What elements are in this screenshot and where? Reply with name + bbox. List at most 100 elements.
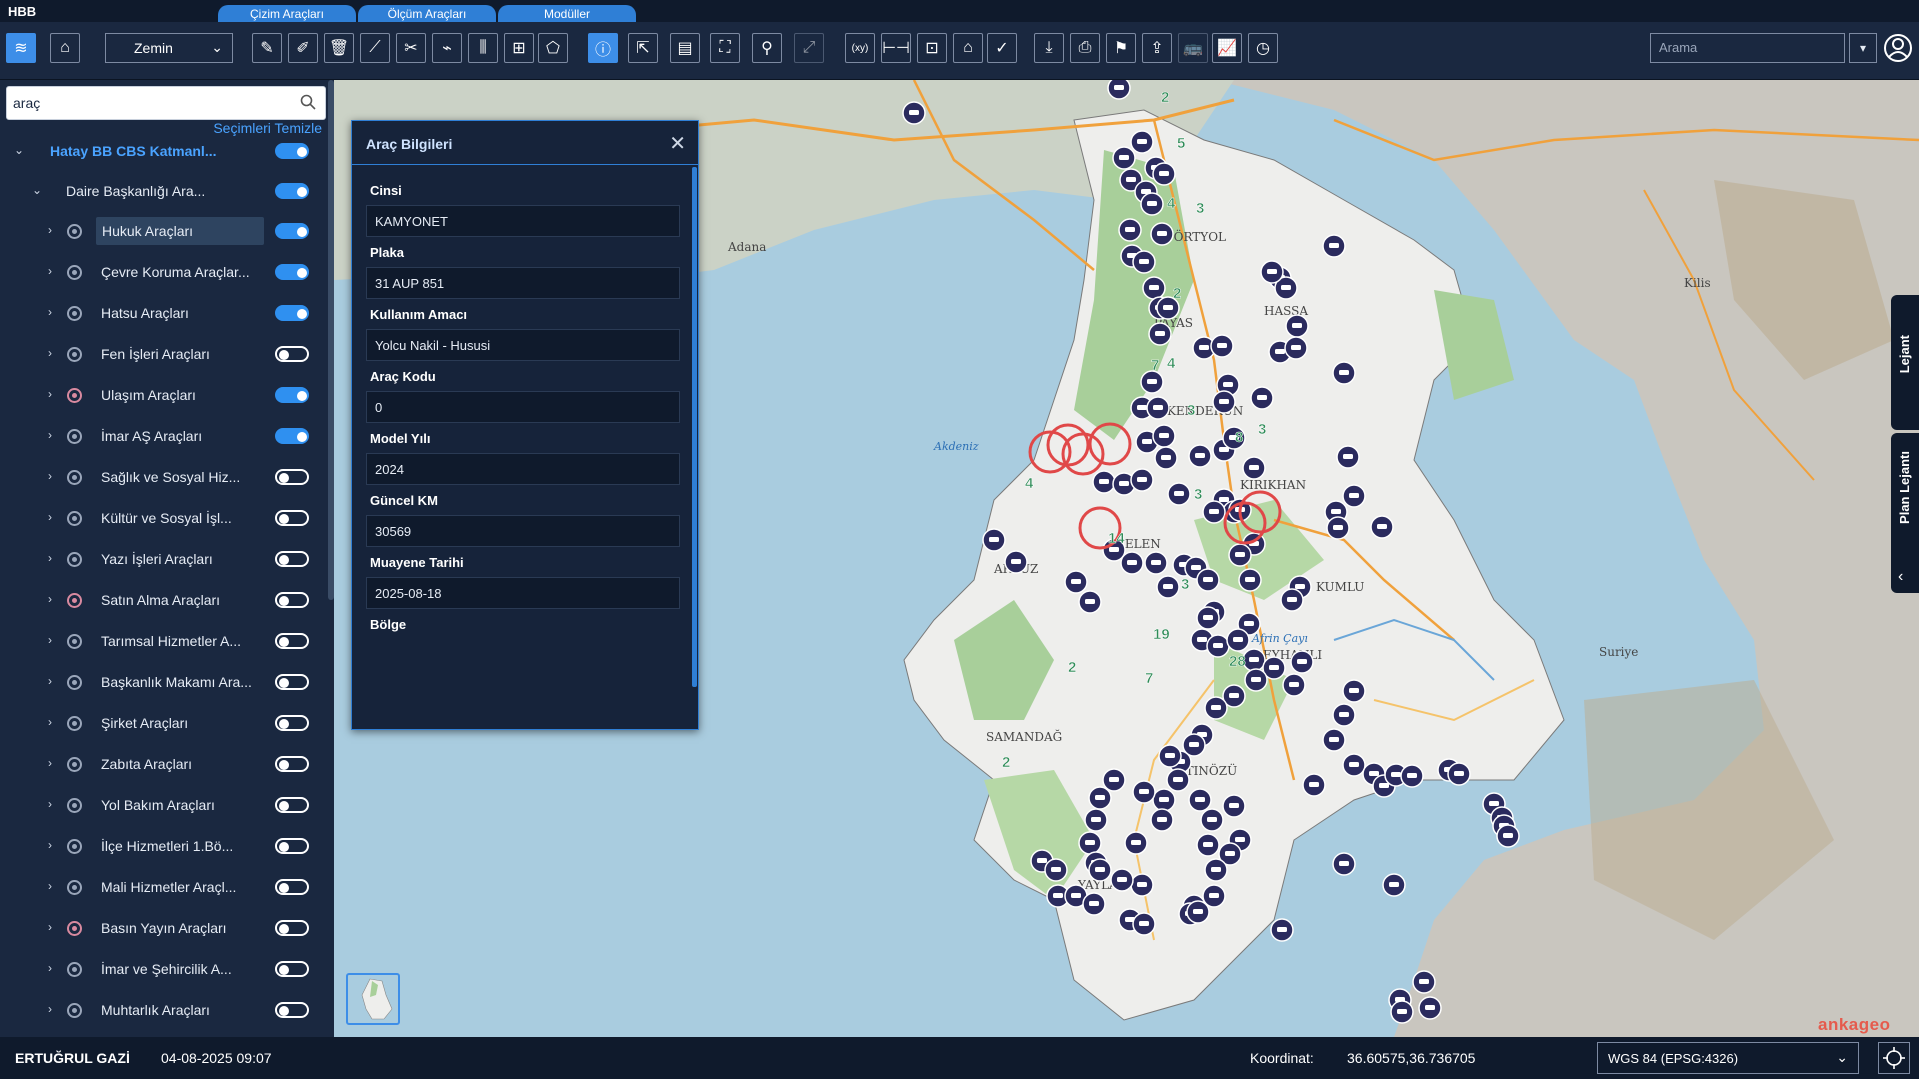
delete-button[interactable]: 🗑 (324, 33, 354, 63)
vehicle-marker[interactable] (1412, 970, 1436, 994)
chevron-down-icon[interactable]: ⌄ (32, 183, 42, 197)
vehicle-marker[interactable] (1447, 762, 1471, 786)
vehicle-marker[interactable] (1148, 322, 1172, 346)
cluster-count[interactable]: 4 (1167, 195, 1177, 213)
vehicle-marker[interactable] (1370, 515, 1394, 539)
tab-cizim-araclari[interactable]: Çizim Araçları (218, 5, 356, 23)
vehicle-marker[interactable] (1242, 456, 1266, 480)
vehicle-marker[interactable] (1250, 386, 1274, 410)
vehicle-marker[interactable] (1078, 831, 1102, 855)
vehicle-marker[interactable] (1152, 424, 1176, 448)
cluster-count[interactable]: 8 (1235, 429, 1244, 447)
chevron-right-icon[interactable]: › (48, 674, 52, 688)
search-input[interactable]: Arama (1650, 33, 1845, 63)
layer-item-toggle[interactable] (275, 920, 309, 936)
layer-root[interactable]: ⌄ Hatay BB CBS Katmanl... (0, 134, 334, 168)
chart-button[interactable]: 📈 (1212, 33, 1242, 63)
vehicle-marker[interactable] (1167, 482, 1191, 506)
layer-item[interactable]: › Ulaşım Araçları (0, 378, 334, 412)
layer-item[interactable]: › Yazı İşleri Araçları (0, 542, 334, 576)
home-button[interactable]: ⌂ (50, 33, 80, 63)
layer-item-toggle[interactable] (275, 1002, 309, 1018)
vehicle-marker[interactable] (1132, 250, 1156, 274)
parallel-button[interactable]: ⫼ (468, 33, 498, 63)
layer-search-input[interactable]: araç (6, 86, 326, 120)
vehicle-marker[interactable] (1285, 314, 1309, 338)
chevron-right-icon[interactable]: › (48, 1002, 52, 1016)
basemap-select[interactable]: Zemin ⌄ (105, 33, 233, 63)
chevron-down-icon[interactable]: ⌄ (14, 143, 24, 157)
vehicle-marker[interactable] (1238, 568, 1262, 592)
chevron-right-icon[interactable]: › (48, 838, 52, 852)
layer-item[interactable]: › Hatsu Araçları (0, 296, 334, 330)
layer-item[interactable]: › Sağlık ve Sosyal Hiz... (0, 460, 334, 494)
field-value[interactable]: Yolcu Nakil - Hususi (366, 329, 680, 361)
vehicle-marker[interactable] (1332, 852, 1356, 876)
field-value[interactable]: 0 (366, 391, 680, 423)
layer-item-toggle[interactable] (275, 592, 309, 608)
vehicle-marker[interactable] (1196, 833, 1220, 857)
modify-button[interactable]: ⟋ (360, 33, 390, 63)
vehicle-marker[interactable] (1154, 446, 1178, 470)
cluster-count[interactable]: 2 (1173, 285, 1182, 303)
select-button[interactable]: ⇱ (628, 33, 658, 63)
add-feature-button[interactable]: ⊞ (504, 33, 534, 63)
cluster-count[interactable]: 14 (1108, 530, 1126, 548)
print-button[interactable]: ⎙ (1070, 33, 1100, 63)
field-value[interactable]: 2024 (366, 453, 680, 485)
vehicle-marker[interactable] (1166, 768, 1190, 792)
vehicle-marker[interactable] (1130, 130, 1154, 154)
vehicle-marker[interactable] (1210, 334, 1234, 358)
vehicle-marker[interactable] (1284, 336, 1308, 360)
check-button[interactable]: ✓ (987, 33, 1017, 63)
locate-button[interactable] (1878, 1042, 1910, 1074)
vehicle-marker[interactable] (1107, 80, 1131, 100)
layer-item-toggle[interactable] (275, 305, 309, 321)
vehicle-marker[interactable] (1204, 858, 1228, 882)
chevron-right-icon[interactable]: › (48, 264, 52, 278)
vehicle-marker[interactable] (1226, 628, 1250, 652)
vehicle-marker[interactable] (1140, 192, 1164, 216)
chevron-right-icon[interactable]: › (48, 510, 52, 524)
vehicle-marker[interactable] (1336, 445, 1360, 469)
vehicle-marker[interactable] (1270, 918, 1294, 942)
layer-item-toggle[interactable] (275, 469, 309, 485)
chevron-right-icon[interactable]: › (48, 961, 52, 975)
info-button[interactable]: ⓘ (588, 33, 618, 63)
search-dropdown-button[interactable]: ▾ (1849, 33, 1877, 63)
user-button[interactable] (1882, 32, 1914, 64)
crs-select[interactable]: WGS 84 (EPSG:4326) ⌄ (1597, 1042, 1859, 1074)
extent-button[interactable]: ⤢ (794, 33, 824, 63)
vehicle-marker[interactable] (1124, 831, 1148, 855)
layer-item[interactable]: › Hukuk Araçları (0, 214, 334, 248)
vehicle-marker[interactable] (1092, 470, 1116, 494)
vehicle-marker[interactable] (1146, 396, 1170, 420)
layer-item-toggle[interactable] (275, 633, 309, 649)
vehicle-marker[interactable] (1200, 808, 1224, 832)
layer-item[interactable]: › Mali Hizmetler Araçl... (0, 870, 334, 904)
cluster-count[interactable]: 3 (1194, 486, 1203, 504)
vehicle-marker[interactable] (1332, 703, 1356, 727)
cluster-count[interactable]: 2 (1002, 754, 1011, 772)
vehicle-marker[interactable] (1290, 650, 1314, 674)
vehicle-marker[interactable] (1390, 1000, 1414, 1024)
vehicle-marker[interactable] (1204, 696, 1228, 720)
history-button[interactable]: ◷ (1248, 33, 1278, 63)
share-button[interactable]: ⇪ (1142, 33, 1172, 63)
vehicle-marker[interactable] (1088, 786, 1112, 810)
vehicle-marker[interactable] (1282, 673, 1306, 697)
layer-item[interactable]: › Şirket Araçları (0, 706, 334, 740)
cluster-count[interactable]: 5 (1177, 135, 1186, 153)
layer-item-toggle[interactable] (275, 715, 309, 731)
plan-legend-tab[interactable]: Plan Lejantı ‹ (1891, 433, 1919, 593)
layer-item[interactable]: › İlçe Hizmetleri 1.Bö... (0, 829, 334, 863)
fullscreen-button[interactable]: ⛶ (710, 33, 740, 63)
vehicle-marker[interactable] (1302, 773, 1326, 797)
vehicle-marker[interactable] (1156, 575, 1180, 599)
vehicle-marker[interactable] (982, 528, 1006, 552)
vehicle-marker[interactable] (1152, 162, 1176, 186)
tab-olcum-araclari[interactable]: Ölçüm Araçları (358, 5, 496, 23)
vehicle-marker[interactable] (1084, 808, 1108, 832)
layer-item-toggle[interactable] (275, 879, 309, 895)
vehicle-marker[interactable] (1400, 764, 1424, 788)
